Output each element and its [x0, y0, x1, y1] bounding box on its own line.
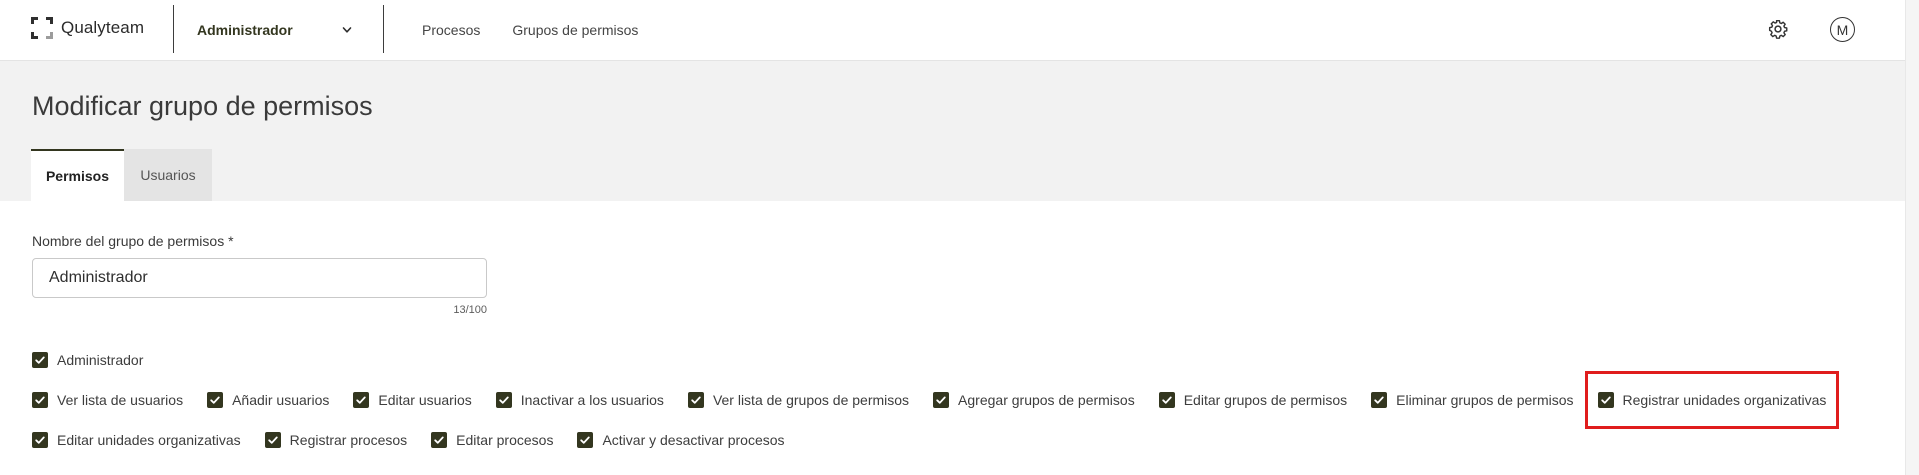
character-counter: 13/100 [453, 304, 487, 316]
admin-permission-row: Administrador [32, 350, 167, 370]
checkbox-checked [1158, 392, 1175, 408]
checkbox-administrador[interactable]: Administrador [32, 352, 143, 368]
checkbox-label: Editar unidades organizativas [57, 432, 241, 448]
checkbox-label: Registrar unidades organizativas [1622, 392, 1827, 408]
brand-logo[interactable]: Qualyteam [31, 17, 144, 39]
page-title: Modificar grupo de permisos [32, 91, 373, 121]
top-navigation-bar: Qualyteam Administrador Procesos Grupos … [0, 0, 1905, 61]
page-header: Modificar grupo de permisos Permisos Usu… [0, 61, 1905, 201]
check-icon [356, 396, 367, 404]
checkbox-label: Eliminar grupos de permisos [1396, 392, 1574, 408]
user-avatar[interactable]: M [1830, 17, 1855, 42]
permissions-row-2: Editar unidades organizativas Registrar … [32, 430, 809, 450]
role-selector-label: Administrador [197, 22, 293, 38]
checkbox-label: Editar usuarios [378, 392, 472, 408]
gear-icon[interactable] [1768, 19, 1788, 39]
check-icon [691, 396, 701, 404]
checkbox-editar-unidades-organizativas[interactable]: Editar unidades organizativas [32, 432, 241, 448]
checkbox-registrar-unidades-organizativas[interactable]: Registrar unidades organizativas [1584, 371, 1840, 429]
checkbox-checked [687, 392, 704, 408]
checkbox-checked [1597, 392, 1614, 408]
checkbox-checked [264, 432, 281, 448]
checkbox-editar-usuarios[interactable]: Editar usuarios [353, 392, 472, 408]
checkbox-inactivar-usuarios[interactable]: Inactivar a los usuarios [495, 392, 664, 408]
qualyteam-logo-icon [31, 17, 53, 39]
main-nav: Procesos Grupos de permisos [422, 0, 670, 60]
nav-link-procesos[interactable]: Procesos [422, 22, 480, 38]
checkbox-label: Editar grupos de permisos [1183, 392, 1348, 408]
page-scrollbar[interactable] [1905, 0, 1919, 475]
divider [383, 5, 384, 53]
checkbox-ver-lista-de-grupos[interactable]: Ver lista de grupos de permisos [687, 392, 910, 408]
check-icon [1162, 396, 1172, 404]
checkbox-label: Agregar grupos de permisos [958, 392, 1135, 408]
checkbox-editar-procesos[interactable]: Editar procesos [431, 432, 553, 448]
checkbox-label: Editar procesos [456, 432, 554, 448]
checkbox-checked [32, 352, 48, 368]
tab-bar: Permisos Usuarios [31, 149, 212, 201]
checkbox-agregar-grupos[interactable]: Agregar grupos de permisos [933, 392, 1135, 408]
checkbox-registrar-procesos[interactable]: Registrar procesos [264, 432, 408, 448]
checkbox-label: Añadir usuarios [232, 392, 330, 408]
permissions-row-1: Ver lista de usuarios Añadir usuarios Ed… [32, 371, 1860, 429]
chevron-down-icon [342, 27, 352, 33]
check-icon [35, 436, 45, 444]
checkbox-label: Registrar procesos [289, 432, 408, 448]
check-icon [499, 396, 509, 404]
checkbox-editar-grupos[interactable]: Editar grupos de permisos [1158, 392, 1348, 408]
checkbox-checked [577, 432, 594, 448]
role-selector[interactable]: Administrador [174, 0, 374, 60]
check-icon [267, 436, 278, 444]
checkbox-label: Inactivar a los usuarios [520, 392, 664, 408]
group-name-input[interactable] [32, 258, 487, 298]
checkbox-label: Ver lista de usuarios [57, 392, 184, 408]
checkbox-activar-desactivar-procesos[interactable]: Activar y desactivar procesos [577, 432, 785, 448]
tab-usuarios[interactable]: Usuarios [124, 149, 212, 201]
checkbox-ver-lista-de-usuarios[interactable]: Ver lista de usuarios [32, 392, 183, 408]
check-icon [35, 396, 45, 404]
checkbox-checked [431, 432, 448, 448]
checkbox-checked [32, 392, 48, 408]
checkbox-label: Activar y desactivar procesos [602, 432, 785, 448]
checkbox-label: Ver lista de grupos de permisos [712, 392, 910, 408]
checkbox-anadir-usuarios[interactable]: Añadir usuarios [207, 392, 329, 408]
checkbox-checked [1371, 392, 1388, 408]
checkbox-checked [353, 392, 370, 408]
check-icon [936, 396, 946, 404]
brand-name: Qualyteam [61, 18, 145, 37]
checkbox-checked [32, 432, 48, 448]
checkbox-checked [207, 392, 224, 408]
group-name-label: Nombre del grupo de permisos * [32, 233, 234, 249]
nav-link-grupos-de-permisos[interactable]: Grupos de permisos [512, 22, 638, 38]
checkbox-checked [495, 392, 512, 408]
checkbox-label: Administrador [57, 352, 144, 368]
checkbox-eliminar-grupos[interactable]: Eliminar grupos de permisos [1371, 392, 1574, 408]
check-icon [580, 436, 591, 444]
check-icon [35, 356, 45, 364]
checkbox-checked [933, 392, 950, 408]
check-icon [1374, 396, 1384, 404]
tab-permisos[interactable]: Permisos [31, 149, 124, 201]
check-icon [1600, 396, 1611, 404]
check-icon [210, 396, 220, 404]
check-icon [434, 436, 444, 444]
